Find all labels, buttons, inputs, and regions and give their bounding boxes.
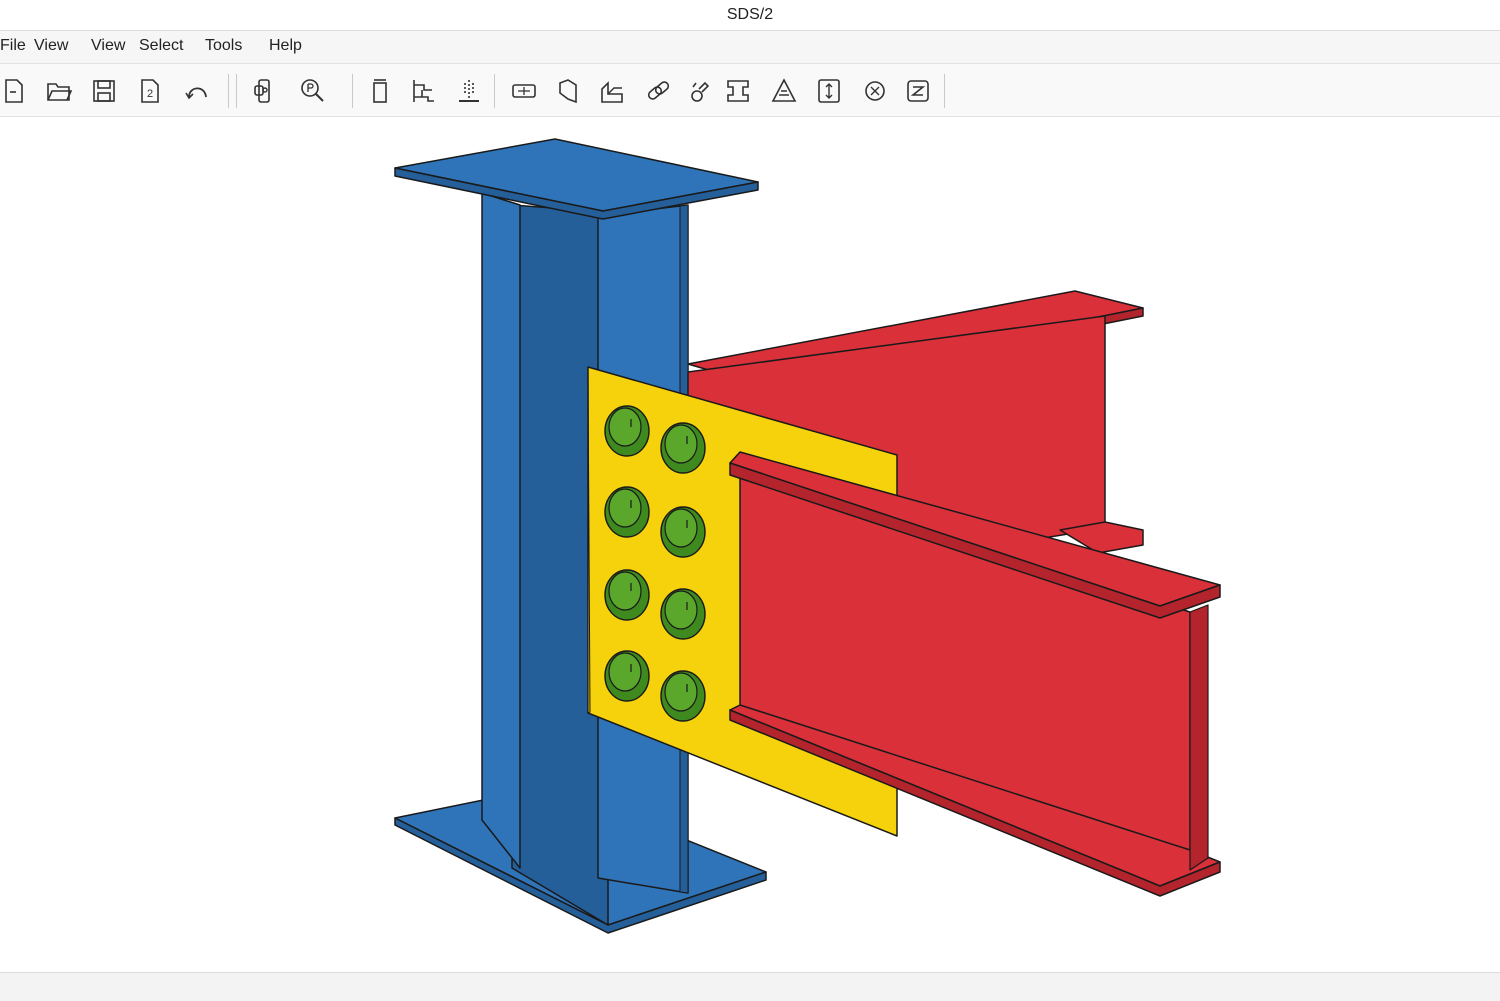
bolt[interactable] <box>604 650 650 702</box>
toolbar-separator <box>236 74 237 108</box>
beam-connection-button[interactable] <box>405 74 439 108</box>
plate-button[interactable] <box>507 74 541 108</box>
window-title-bar: SDS/2 <box>0 0 1500 31</box>
menu-help[interactable]: Help <box>269 37 302 55</box>
page-2-icon: 2 <box>141 79 159 103</box>
menu-view[interactable]: View <box>34 37 68 55</box>
page-2-button[interactable]: 2 <box>133 74 167 108</box>
column-icon <box>373 79 387 103</box>
svg-text:2: 2 <box>147 88 153 100</box>
weld-button[interactable] <box>682 74 716 108</box>
bolt[interactable] <box>604 569 650 621</box>
dimension-icon <box>818 79 840 103</box>
weld-icon <box>691 81 710 102</box>
undo-icon <box>185 87 207 100</box>
elevation-button[interactable] <box>452 74 486 108</box>
menu-select[interactable]: Select <box>139 37 183 55</box>
bolt-link-icon <box>647 81 670 100</box>
toolbar-separator <box>228 74 229 108</box>
angle-button[interactable] <box>595 74 629 108</box>
open-folder-icon <box>47 83 73 101</box>
warning-button[interactable] <box>767 74 801 108</box>
warning-triangle-icon <box>771 78 797 102</box>
plate-icon <box>512 84 536 98</box>
member-edit-button[interactable] <box>247 74 281 108</box>
menu-file[interactable]: File <box>0 37 26 55</box>
snap-icon <box>865 81 885 101</box>
beam-end-profile <box>1189 604 1209 871</box>
snap-button[interactable] <box>858 74 892 108</box>
new-file-icon <box>5 79 23 103</box>
menu-bar: File View View Select Tools Help <box>0 31 1500 64</box>
steel-connection-model[interactable] <box>0 117 1500 972</box>
zoom-search-icon <box>301 79 324 102</box>
model-viewport[interactable] <box>0 117 1500 972</box>
bolt[interactable] <box>660 506 706 558</box>
dimension-button[interactable] <box>812 74 846 108</box>
bolt[interactable] <box>660 588 706 640</box>
open-button[interactable] <box>42 74 76 108</box>
bolt[interactable] <box>604 405 650 457</box>
undo-button[interactable] <box>180 74 214 108</box>
angle-icon <box>601 81 623 103</box>
shape-button[interactable] <box>721 74 755 108</box>
bent-plate-icon <box>559 79 577 104</box>
toolbar: 2 <box>0 64 1500 117</box>
report-icon <box>907 80 929 102</box>
bolt[interactable] <box>660 422 706 474</box>
bolt[interactable] <box>660 670 706 722</box>
column-back-flange[interactable] <box>481 192 521 869</box>
column-button[interactable] <box>363 74 397 108</box>
status-bar <box>0 972 1500 1001</box>
zoom-button[interactable] <box>295 74 329 108</box>
elevation-icon <box>459 80 479 102</box>
toolbar-separator <box>944 74 945 108</box>
toolbar-separator <box>352 74 353 108</box>
report-button[interactable] <box>901 74 935 108</box>
window-title: SDS/2 <box>726 6 774 23</box>
menu-view-2[interactable]: View <box>91 37 125 55</box>
bolt[interactable] <box>604 486 650 538</box>
menu-tools[interactable]: Tools <box>205 37 242 55</box>
bolt-link-button[interactable] <box>641 74 675 108</box>
toolbar-separator <box>494 74 495 108</box>
save-button[interactable] <box>87 74 121 108</box>
member-edit-icon <box>254 79 270 103</box>
beam-connection-icon <box>413 80 434 102</box>
new-file-button[interactable] <box>0 74 31 108</box>
save-icon <box>93 80 115 102</box>
bent-plate-button[interactable] <box>551 74 585 108</box>
shape-icon <box>727 80 749 102</box>
